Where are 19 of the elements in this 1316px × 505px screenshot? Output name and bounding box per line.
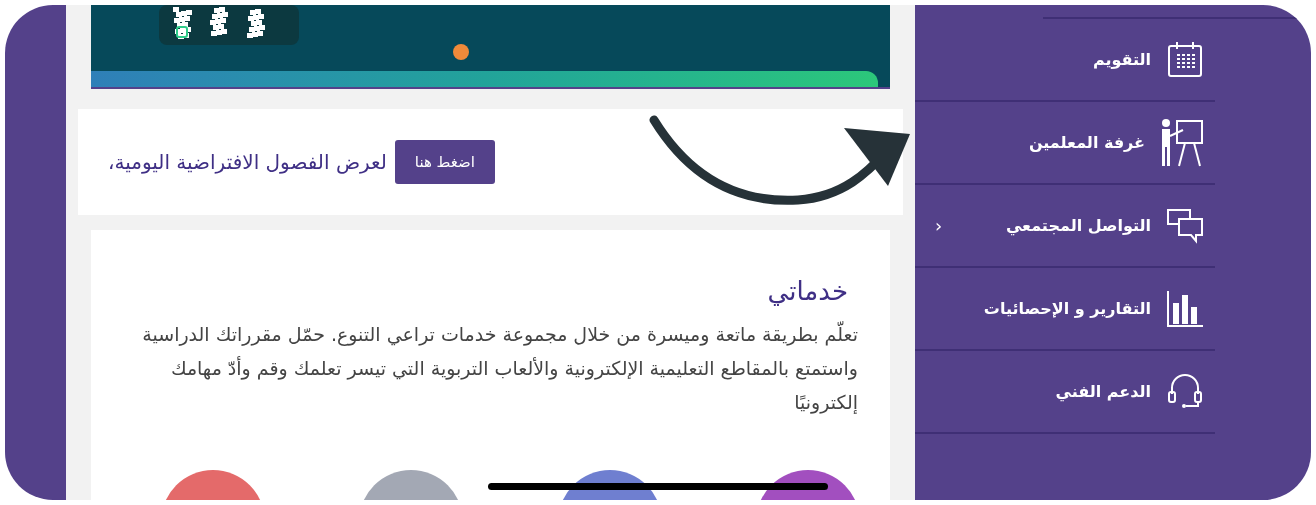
sidebar-label: التقويم xyxy=(1092,48,1151,71)
services-description: تعلّم بطريقة ماتعة وميسرة من خلال مجموعة خدمات تراعي التنوع. حمّل مقرراتك الدراسية واستمتع بالمقاطع التعليمية الإلكترونية والألعاب التربوية التي تيسر تعلمك وقم وأدّ مهامك إلكترونيًا xyxy=(141,320,858,416)
sidebar-item[interactable]: التقويم xyxy=(915,19,1215,102)
sidebar-item[interactable]: التقارير و الإحصائيات xyxy=(915,268,1215,351)
sidebar-item[interactable]: غرفة المعلمين xyxy=(915,102,1215,185)
carousel-dot-icon xyxy=(452,43,470,61)
chevron-icon: ‹ xyxy=(935,212,943,239)
teacher-icon xyxy=(1159,117,1205,168)
click-here-button[interactable]: اضغط هنا xyxy=(394,139,495,185)
sidebar-label: غرفة المعلمين xyxy=(1028,131,1145,154)
sidebar-item[interactable]: التواصل المجتمعي ‹ xyxy=(915,185,1215,268)
sidebar-label: التقارير و الإحصائيات xyxy=(983,297,1151,320)
notice-text: لعرض الفصول الافتراضية اليومية، xyxy=(108,149,387,176)
bar-chart-icon xyxy=(1165,288,1205,329)
services-title: خدماتي xyxy=(766,275,849,308)
sidebar-label: الدعم الفني xyxy=(1055,380,1151,404)
sidebar-item[interactable]: الدعم الفني xyxy=(915,351,1215,434)
sidebar-label: التواصل المجتمعي xyxy=(1005,214,1151,238)
calendar-icon xyxy=(1165,39,1205,80)
